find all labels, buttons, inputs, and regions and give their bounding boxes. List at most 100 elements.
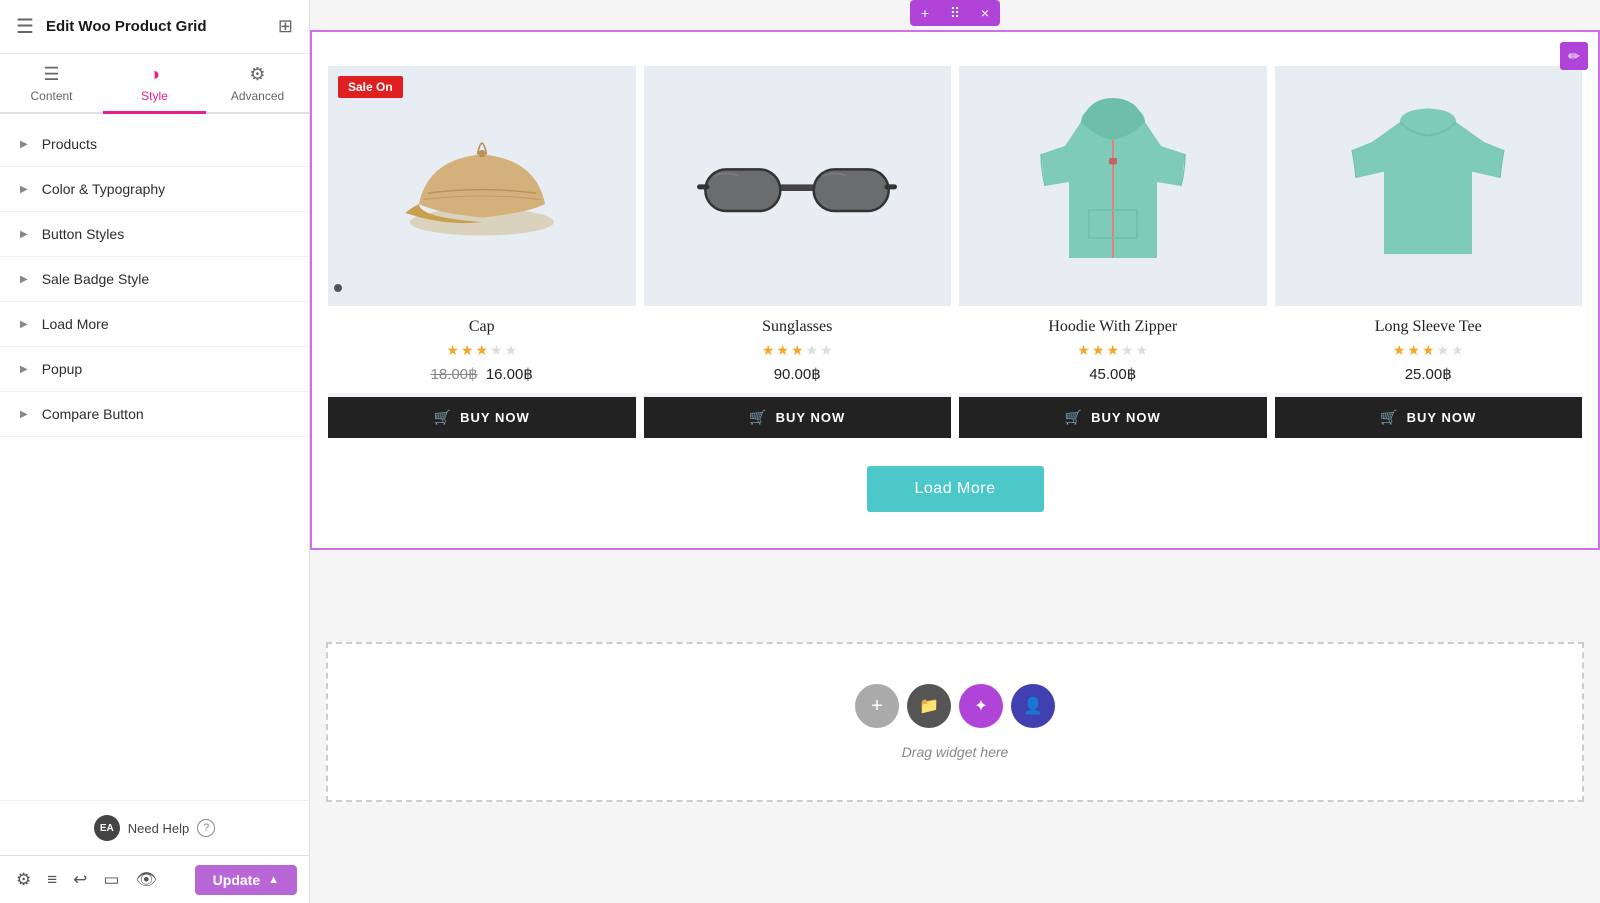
- product-name-cap: Cap: [338, 318, 626, 336]
- drag-widget-area: + 📁 ✦ 👤 Drag widget here: [326, 642, 1584, 802]
- buy-btn-tee[interactable]: 🛒 BUY NOW: [1275, 397, 1583, 438]
- buy-label-cap: BUY NOW: [460, 410, 530, 425]
- style-tab-icon: ◑: [149, 64, 160, 85]
- accordion-header-products[interactable]: ▶ Products: [0, 122, 309, 166]
- tab-content[interactable]: ☰ Content: [0, 54, 103, 114]
- layers-icon[interactable]: ≡: [43, 866, 61, 894]
- star5: ★: [1136, 342, 1149, 359]
- tab-style-label: Style: [141, 89, 168, 103]
- help-icon[interactable]: ?: [197, 819, 215, 837]
- hamburger-icon[interactable]: ☰: [16, 14, 34, 39]
- star2: ★: [1407, 342, 1420, 359]
- accordion-label-sale-badge-style: Sale Badge Style: [42, 271, 149, 287]
- empty-section: [310, 550, 1600, 630]
- product-grid: Sale On Cap ★: [324, 62, 1586, 442]
- star4: ★: [1121, 342, 1134, 359]
- accordion-item-load-more: ▶ Load More: [0, 302, 309, 347]
- price-wrap-sunglasses: 90.00฿: [654, 365, 942, 383]
- star2: ★: [461, 342, 474, 359]
- price-sunglasses: 90.00฿: [774, 366, 821, 383]
- responsive-icon[interactable]: ▭: [99, 866, 123, 894]
- preview-icon[interactable]: 👁: [131, 866, 161, 894]
- accordion-item-products: ▶ Products: [0, 122, 309, 167]
- update-label: Update: [213, 872, 260, 888]
- accordion-label-button-styles: Button Styles: [42, 226, 125, 242]
- accordion-list: ▶ Products ▶ Color & Typography ▶ Button…: [0, 114, 309, 800]
- cart-icon-tee: 🛒: [1380, 409, 1398, 426]
- widget-toolbar-wrapper: + ⠿ ×: [310, 0, 1600, 30]
- product-name-sunglasses: Sunglasses: [654, 318, 942, 336]
- star2: ★: [776, 342, 789, 359]
- tab-advanced-label: Advanced: [231, 89, 284, 103]
- widget-close-btn[interactable]: ×: [970, 0, 1000, 26]
- need-help-label[interactable]: Need Help: [128, 821, 189, 836]
- accordion-item-sale-badge-style: ▶ Sale Badge Style: [0, 257, 309, 302]
- add-folder-button[interactable]: 📁: [907, 684, 951, 728]
- sidebar-header: ☰ Edit Woo Product Grid ⊞: [0, 0, 309, 54]
- star1: ★: [1393, 342, 1406, 359]
- buy-btn-sunglasses[interactable]: 🛒 BUY NOW: [644, 397, 952, 438]
- bottom-bar: ⚙ ≡ ↩ ▭ 👁 Update ▲: [0, 855, 309, 903]
- star3: ★: [475, 342, 488, 359]
- buy-label-tee: BUY NOW: [1407, 410, 1477, 425]
- history-icon[interactable]: ↩: [69, 866, 91, 894]
- accordion-item-color-typography: ▶ Color & Typography: [0, 167, 309, 212]
- product-image-cap: Sale On: [328, 66, 636, 306]
- add-magic-button[interactable]: ✦: [959, 684, 1003, 728]
- product-image-hoodie: [959, 66, 1267, 306]
- edit-icon-corner[interactable]: ✏: [1560, 42, 1588, 70]
- price-wrap-tee: 25.00฿: [1285, 365, 1573, 383]
- accordion-item-button-styles: ▶ Button Styles: [0, 212, 309, 257]
- star3: ★: [1106, 342, 1119, 359]
- buy-btn-cap[interactable]: 🛒 BUY NOW: [328, 397, 636, 438]
- new-price-cap: 16.00฿: [486, 366, 533, 383]
- accordion-header-load-more[interactable]: ▶ Load More: [0, 302, 309, 346]
- main-content: + ⠿ × ✏ Sale On: [310, 0, 1600, 903]
- add-user-button[interactable]: 👤: [1011, 684, 1055, 728]
- sale-badge-cap: Sale On: [338, 76, 403, 98]
- star2: ★: [1092, 342, 1105, 359]
- arrow-icon-button-styles: ▶: [20, 229, 28, 240]
- sunglasses-svg: [697, 126, 897, 246]
- product-card-sunglasses: Sunglasses ★ ★ ★ ★ ★ 90.00฿ 🛒 BUY NOW: [644, 66, 952, 438]
- product-image-sunglasses: [644, 66, 952, 306]
- widget-move-btn[interactable]: ⠿: [940, 0, 970, 26]
- tab-advanced[interactable]: ⚙ Advanced: [206, 54, 309, 114]
- star5: ★: [1451, 342, 1464, 359]
- price-wrap-cap: 18.00฿ 16.00฿: [338, 365, 626, 383]
- star4: ★: [1437, 342, 1450, 359]
- buy-btn-hoodie[interactable]: 🛒 BUY NOW: [959, 397, 1267, 438]
- star3: ★: [791, 342, 804, 359]
- stars-hoodie: ★ ★ ★ ★ ★: [969, 342, 1257, 359]
- price-tee: 25.00฿: [1405, 366, 1452, 383]
- widget-add-btn[interactable]: +: [910, 0, 940, 26]
- update-button[interactable]: Update ▲: [195, 865, 297, 895]
- tab-style[interactable]: ◑ Style: [103, 54, 206, 114]
- arrow-icon-sale-badge-style: ▶: [20, 274, 28, 285]
- price-wrap-hoodie: 45.00฿: [969, 365, 1257, 383]
- product-info-sunglasses: Sunglasses ★ ★ ★ ★ ★ 90.00฿: [644, 306, 952, 393]
- add-element-button[interactable]: +: [855, 684, 899, 728]
- ea-badge: EA: [94, 815, 120, 841]
- accordion-label-popup: Popup: [42, 361, 82, 377]
- stars-tee: ★ ★ ★ ★ ★: [1285, 342, 1573, 359]
- load-more-wrap: Load More: [324, 442, 1586, 532]
- grid-icon[interactable]: ⊞: [278, 16, 293, 37]
- need-help-section: EA Need Help ?: [0, 800, 309, 855]
- accordion-header-sale-badge-style[interactable]: ▶ Sale Badge Style: [0, 257, 309, 301]
- load-more-button[interactable]: Load More: [867, 466, 1044, 512]
- stars-cap: ★ ★ ★ ★ ★: [338, 342, 626, 359]
- accordion-header-popup[interactable]: ▶ Popup: [0, 347, 309, 391]
- price-hoodie: 45.00฿: [1089, 366, 1136, 383]
- sidebar-title: Edit Woo Product Grid: [46, 18, 266, 35]
- content-tab-icon: ☰: [43, 64, 59, 85]
- cap-svg: [392, 111, 572, 261]
- product-card-hoodie: Hoodie With Zipper ★ ★ ★ ★ ★ 45.00฿ 🛒 BU…: [959, 66, 1267, 438]
- tee-svg: [1348, 96, 1508, 276]
- settings-icon[interactable]: ⚙: [12, 866, 35, 894]
- accordion-header-color-typography[interactable]: ▶ Color & Typography: [0, 167, 309, 211]
- accordion-header-compare-button[interactable]: ▶ Compare Button: [0, 392, 309, 436]
- accordion-label-products: Products: [42, 136, 97, 152]
- star1: ★: [762, 342, 775, 359]
- accordion-header-button-styles[interactable]: ▶ Button Styles: [0, 212, 309, 256]
